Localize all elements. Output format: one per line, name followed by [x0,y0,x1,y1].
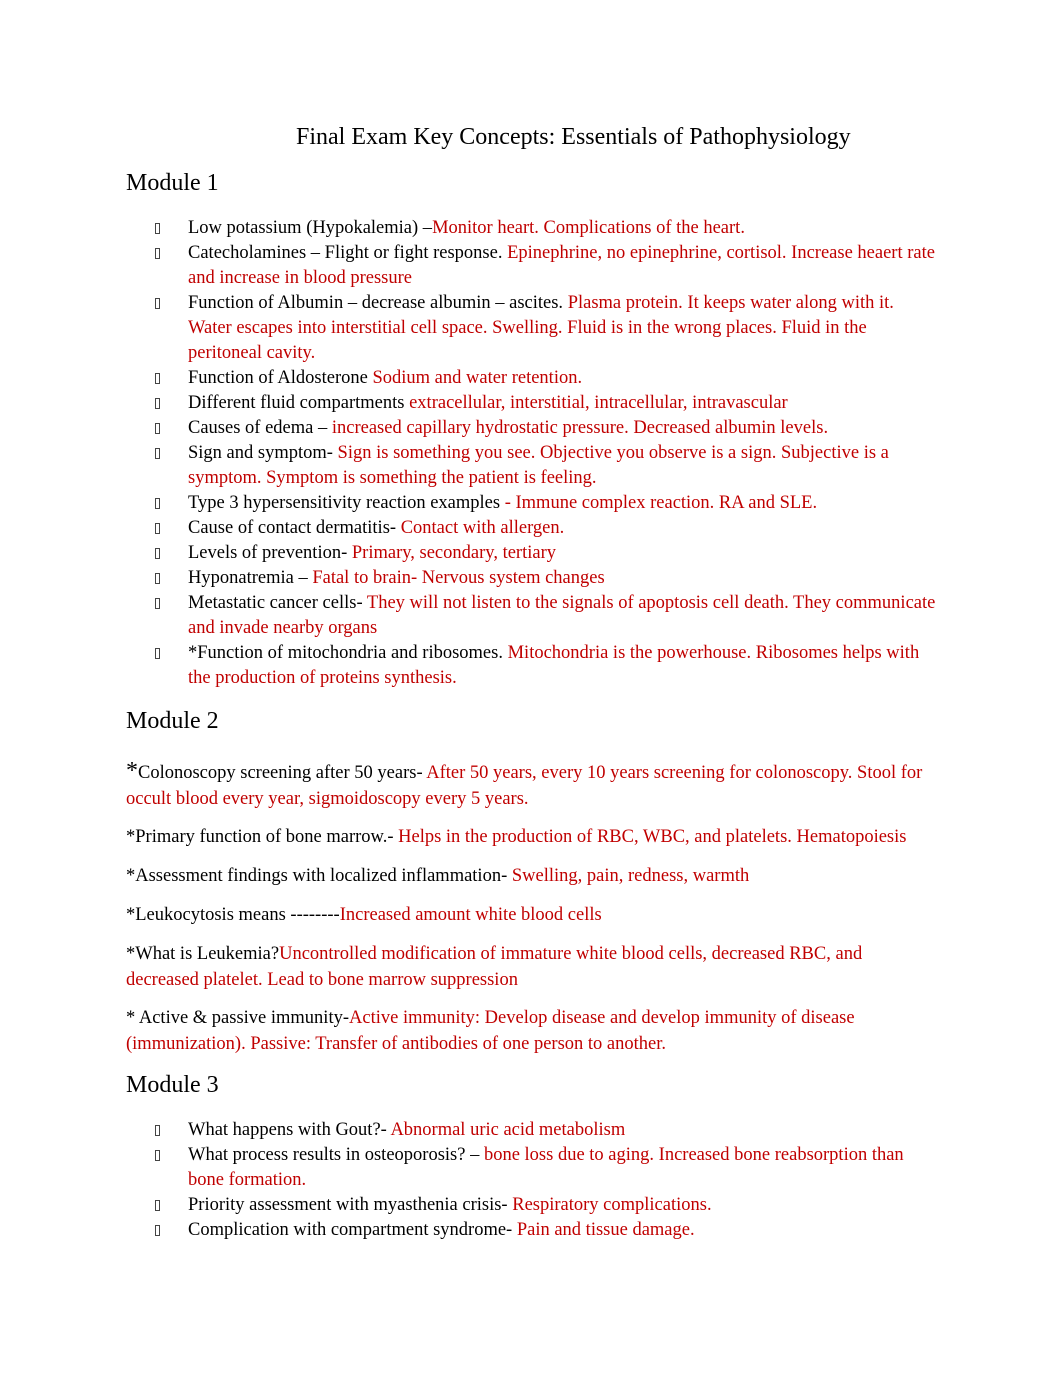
answer: Increased amount white blood cells [339,905,602,925]
answer: Fatal to brain- Nervous system changes [312,568,605,588]
bullet-icon [155,573,160,584]
question: Colonoscopy screening after 50 years- [138,763,427,783]
list-item: Function of Aldosterone Sodium and water… [126,366,936,391]
document-title: Final Exam Key Concepts: Essentials of P… [296,124,851,150]
list-item: Function of Albumin – decrease albumin –… [126,291,936,366]
question: Levels of prevention- [188,543,352,563]
question: Sign and symptom- [188,443,338,463]
module-1-heading: Module 1 [126,170,219,196]
answer: - Immune complex reaction. RA and SLE. [504,493,818,513]
bullet-icon [155,548,160,559]
question: Priority assessment with myasthenia cris… [188,1195,513,1215]
answer: extracellular, interstitial, intracellul… [409,393,788,413]
bullet-icon [155,298,160,309]
bullet-icon [155,1150,160,1161]
list-item: Levels of prevention- Primary, secondary… [126,541,936,566]
bullet-icon [155,523,160,534]
list-item: Low potassium (Hypokalemia) –Monitor hea… [126,216,936,241]
question: * Active & passive immunity- [126,1008,350,1028]
bullet-icon [155,1200,160,1211]
question: Function of Albumin – decrease albumin –… [188,293,568,313]
list-item: What happens with Gout?- Abnormal uric a… [126,1118,936,1143]
module-2-paragraph: *Assessment findings with localized infl… [126,863,936,889]
answer: Pain and tissue damage. [516,1220,695,1240]
question: Hyponatremia – [188,568,313,588]
module-2-paragraph: * Active & passive immunity-Active immun… [126,1005,936,1057]
list-item: Different fluid compartments extracellul… [126,391,936,416]
answer: increased capillary hydrostatic pressure… [331,418,829,438]
list-item: Sign and symptom- Sign is something you … [126,441,936,491]
answer: Swelling, pain, redness, warmth [511,866,750,886]
answer: Monitor heart. Complications of the hear… [432,218,745,238]
question: Metastatic cancer cells- [188,593,367,613]
list-item: Priority assessment with myasthenia cris… [126,1193,936,1218]
module-2-paragraph: *What is Leukemia?Uncontrolled modificat… [126,941,936,993]
answer: Contact with allergen. [400,518,565,538]
module-1-list: Low potassium (Hypokalemia) –Monitor hea… [126,216,936,691]
answer: Respiratory complications. [512,1195,712,1215]
bullet-icon [155,1125,160,1136]
bullet-icon [155,423,160,434]
question: *What is Leukemia? [126,944,280,964]
bullet-icon [155,448,160,459]
bullet-icon [155,1225,160,1236]
module-3-heading: Module 3 [126,1072,219,1098]
bullet-icon [155,398,160,409]
list-item: Causes of edema – increased capillary hy… [126,416,936,441]
list-item: Catecholamines – Flight or fight respons… [126,241,936,291]
list-item: Metastatic cancer cells- They will not l… [126,591,936,641]
answer: Abnormal uric acid metabolism [390,1120,626,1140]
question: Type 3 hypersensitivity reaction example… [188,493,505,513]
bullet-icon [155,498,160,509]
list-item: What process results in osteoporosis? – … [126,1143,936,1193]
module-2-paragraph: *Colonoscopy screening after 50 years- A… [126,758,936,812]
module-2-paragraph: *Leukocytosis means --------Increased am… [126,902,936,928]
question: Cause of contact dermatitis- [188,518,401,538]
answer: Primary, secondary, tertiary [351,543,556,563]
question: Catecholamines – Flight or fight respons… [188,243,508,263]
answer: Sodium and water retention. [372,368,583,388]
list-item: Hyponatremia – Fatal to brain- Nervous s… [126,566,936,591]
question: *Function of mitochondria and ribosomes. [188,643,508,663]
question: What process results in osteoporosis? – [188,1145,484,1165]
bullet-icon [155,373,160,384]
bullet-icon [155,648,160,659]
asterisk: * [126,758,138,784]
list-item: Cause of contact dermatitis- Contact wit… [126,516,936,541]
question: Low potassium (Hypokalemia) – [188,218,433,238]
module-3-list: What happens with Gout?- Abnormal uric a… [126,1118,936,1243]
module-2-paragraph: *Primary function of bone marrow.- Helps… [126,824,936,850]
bullet-icon [155,223,160,234]
question: Function of Aldosterone [188,368,373,388]
question: Different fluid compartments [188,393,410,413]
list-item: Type 3 hypersensitivity reaction example… [126,491,936,516]
list-item: Complication with compartment syndrome- … [126,1218,936,1243]
question: *Primary function of bone marrow.- [126,827,399,847]
list-item: *Function of mitochondria and ribosomes.… [126,641,936,691]
question: *Leukocytosis means -------- [126,905,340,925]
bullet-icon [155,598,160,609]
question: Complication with compartment syndrome- [188,1220,517,1240]
question: Causes of edema – [188,418,332,438]
module-2-heading: Module 2 [126,708,219,734]
answer: Helps in the production of RBC, WBC, and… [398,827,907,847]
bullet-icon [155,248,160,259]
question: What happens with Gout?- [188,1120,391,1140]
question: *Assessment findings with localized infl… [126,866,512,886]
